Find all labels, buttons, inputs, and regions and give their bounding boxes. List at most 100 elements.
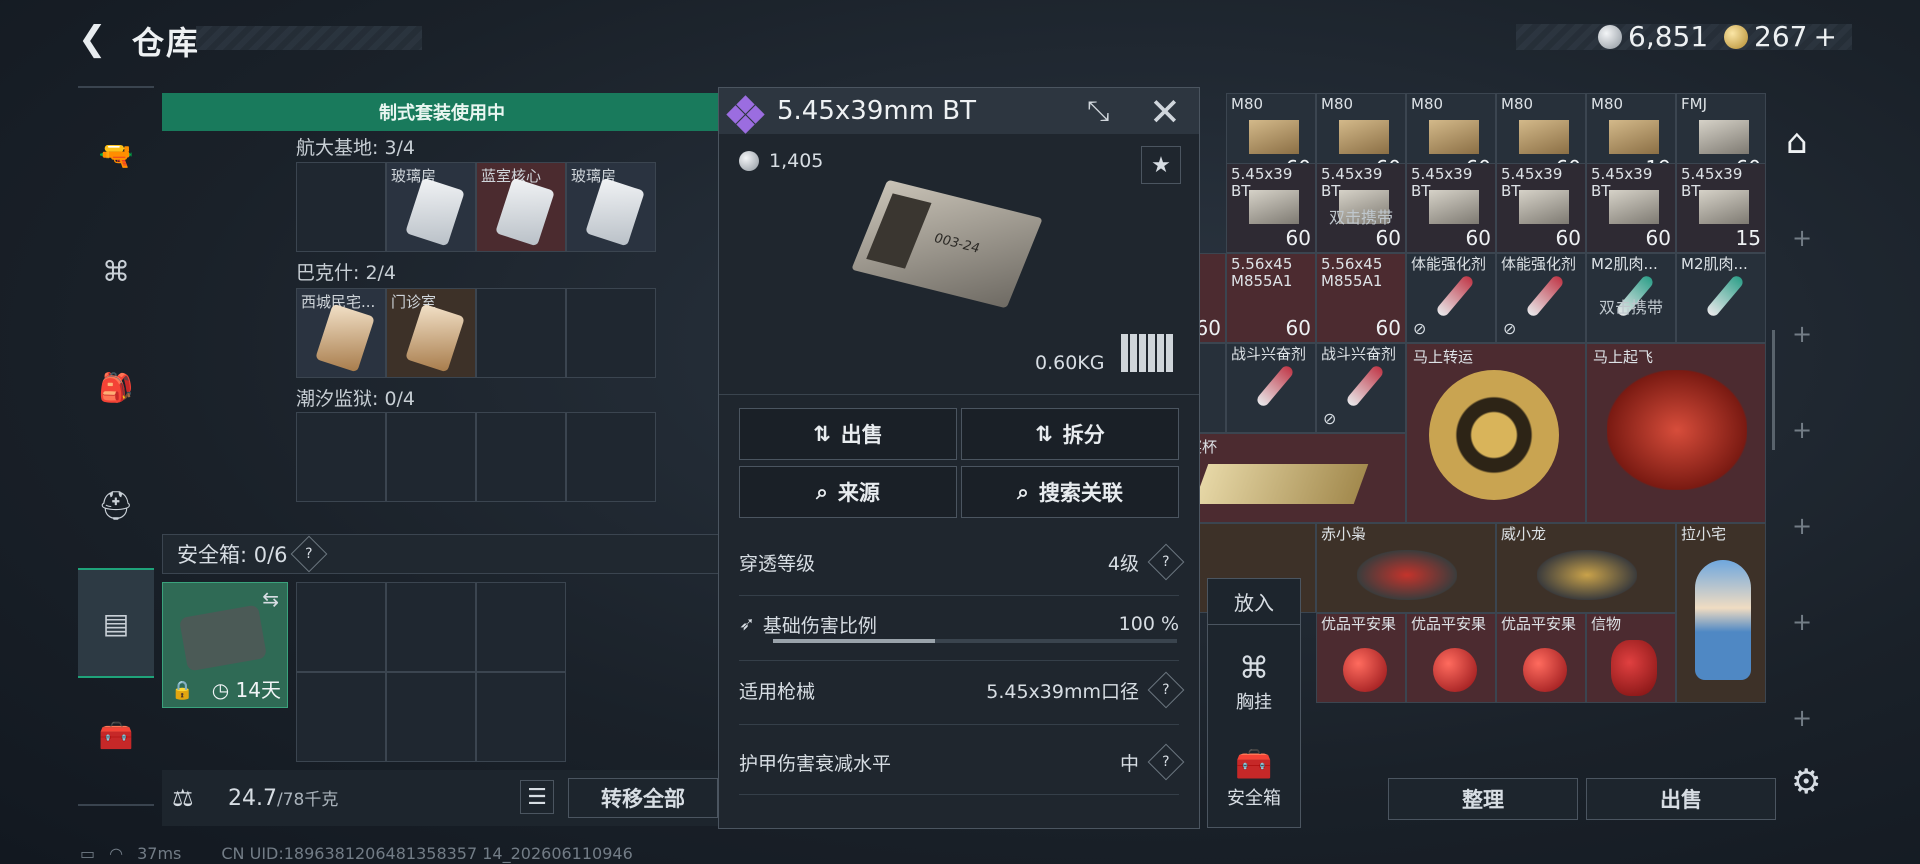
help-icon[interactable]: ? (1147, 671, 1185, 709)
safe-slot[interactable] (476, 672, 566, 762)
warehouse-home-icon[interactable]: ⌂ (1786, 122, 1808, 162)
source-button[interactable]: ⌕ 来源 (739, 466, 957, 518)
inv-cell[interactable]: 体能强化剂 ⊘ (1496, 253, 1586, 343)
key-slot-empty[interactable] (296, 162, 386, 252)
put-in-chest-rig[interactable]: ⌘ 胸挂 (1208, 651, 1300, 714)
add-page-icon[interactable]: + (1792, 224, 1812, 252)
sort-button[interactable]: 整理 (1388, 778, 1578, 820)
add-page-icon[interactable]: + (1792, 320, 1812, 348)
key-slot-empty[interactable] (566, 288, 656, 378)
apple-icon (1523, 648, 1567, 692)
split-button[interactable]: ⇅ 拆分 (961, 408, 1179, 460)
help-icon[interactable]: ? (290, 535, 327, 573)
key-slot[interactable]: 西城民宅... (296, 288, 386, 378)
safe-slot[interactable] (296, 582, 386, 672)
collapse-icon[interactable]: ⤡ (1087, 94, 1109, 128)
item-label: 5.56x45 M855A1 (1231, 255, 1293, 290)
item-count: 60 (1285, 226, 1311, 250)
preset-banner: 制式套装使用中 (162, 93, 722, 131)
chest-rig-tab-icon[interactable]: ⌘ (78, 236, 154, 306)
safe-grid (296, 582, 566, 762)
inv-cell[interactable]: 5.56x45 M855A1 60 (1316, 253, 1406, 343)
divider (739, 595, 1179, 596)
inv-cell[interactable]: 5.45x39 BT 15 (1676, 163, 1766, 253)
ammo-box-icon (1609, 120, 1659, 154)
sell-all-button[interactable]: 出售 (1586, 778, 1776, 820)
gold-plus[interactable]: + (1813, 20, 1836, 53)
list-icon[interactable]: ☰ (520, 780, 554, 814)
inv-cell[interactable]: 威小龙 (1496, 523, 1676, 613)
safe-case-item[interactable]: ⇆ 🔒 ◷ 14天 (162, 582, 288, 708)
key-slot-empty[interactable] (386, 412, 476, 502)
keycard-tab-icon[interactable]: ▤ (78, 568, 154, 678)
divider (739, 724, 1179, 725)
inv-cell[interactable]: 5.45x39 BT 60 (1496, 163, 1586, 253)
inv-cell[interactable]: 赤小枭 (1316, 523, 1496, 613)
key-slot-empty[interactable] (566, 412, 656, 502)
inv-cell-large[interactable]: 马上转运 (1406, 343, 1586, 523)
key-slot[interactable]: 蓝室核心 (476, 162, 566, 252)
weight-max: /78千克 (276, 790, 339, 810)
key-slot[interactable]: 门诊室 (386, 288, 476, 378)
horse-statue-icon (1607, 370, 1747, 490)
wifi-icon: ◠ (109, 844, 124, 863)
safe-slot[interactable] (476, 582, 566, 672)
gold-currency[interactable]: 267 + (1724, 20, 1837, 53)
inv-cell[interactable]: M2肌肉... 双击携带 (1586, 253, 1676, 343)
inv-cell[interactable]: 体能强化剂 ⊘ (1406, 253, 1496, 343)
item-label: 体能强化剂 (1501, 255, 1577, 273)
inv-cell[interactable]: 5.56x45 M855A1 60 (1226, 253, 1316, 343)
back-arrow-icon[interactable]: ❮ (78, 22, 112, 56)
inv-cell[interactable]: 优品平安果 (1496, 613, 1586, 703)
sell-button[interactable]: ⇅ 出售 (739, 408, 957, 460)
inv-cell[interactable]: 优品平安果 (1316, 613, 1406, 703)
helmet-tab-icon[interactable]: ⛑ (78, 470, 154, 540)
inv-cell[interactable]: 战斗兴奋剂 ⊘ (1316, 343, 1406, 433)
safe-slot[interactable] (386, 672, 476, 762)
inv-cell-large[interactable]: 奖杯 (1180, 433, 1406, 523)
favorite-star-icon[interactable]: ★ (1141, 146, 1181, 184)
put-in-safe-box[interactable]: 🧰 安全箱 (1208, 747, 1300, 810)
key-slot-empty[interactable] (476, 412, 566, 502)
price-value: 1,405 (769, 150, 824, 172)
inv-cell[interactable]: 5.45x39 BT 60 (1406, 163, 1496, 253)
close-icon[interactable]: ✕ (1149, 90, 1181, 134)
safe-slot[interactable] (386, 582, 476, 672)
settings-gear-icon[interactable]: ⚙ (1791, 762, 1821, 802)
key-slot-empty[interactable] (476, 288, 566, 378)
inv-cell[interactable]: 战斗兴奋剂 (1226, 343, 1316, 433)
help-icon[interactable]: ? (1147, 743, 1185, 781)
inv-cell[interactable]: 5.45x39 BT 60 (1586, 163, 1676, 253)
add-page-icon[interactable]: + (1792, 416, 1812, 444)
add-page-icon[interactable]: + (1792, 704, 1812, 732)
weapon-tab-icon[interactable]: 🔫 (78, 120, 154, 190)
key-slot[interactable]: 玻璃房 (386, 162, 476, 252)
search-related-button[interactable]: ⌕ 搜索关联 (961, 466, 1179, 518)
inv-cell[interactable]: 5.45x39 BT 双击携带 60 (1316, 163, 1406, 253)
inv-cell[interactable]: 拉小宅 (1676, 523, 1766, 703)
sell-label: 出售 (840, 423, 883, 447)
inv-cell[interactable]: M2肌肉... (1676, 253, 1766, 343)
safe-slot[interactable] (296, 672, 386, 762)
add-page-icon[interactable]: + (1792, 512, 1812, 540)
item-label: 体能强化剂 (1411, 255, 1487, 273)
key-slot[interactable]: 玻璃房 (566, 162, 656, 252)
inv-cell[interactable]: 信物 (1586, 613, 1676, 703)
key-slot-empty[interactable] (296, 412, 386, 502)
help-icon[interactable]: ? (1147, 543, 1185, 581)
item-count: 60 (1375, 226, 1401, 250)
toolbox-tab-icon[interactable]: 🧰 (78, 700, 154, 770)
backpack-tab-icon[interactable]: 🎒 (78, 352, 154, 422)
item-label: M80 (1321, 95, 1354, 113)
keycard-icon (315, 303, 375, 373)
inv-cell[interactable]: 优品平安果 (1406, 613, 1496, 703)
add-page-icon[interactable]: + (1792, 608, 1812, 636)
item-label: M2肌肉... (1681, 255, 1748, 273)
inv-cell-large[interactable]: 马上起飞 (1586, 343, 1766, 523)
stat-label: 适用枪械 (739, 680, 816, 703)
move-all-button[interactable]: 转移全部 (568, 778, 718, 818)
inv-cell[interactable]: 5.45x39 BT 60 (1226, 163, 1316, 253)
gauntlet-icon (1537, 550, 1637, 600)
swap-icon[interactable]: ⇆ (262, 587, 279, 611)
box-code: 003-24 (931, 231, 982, 257)
